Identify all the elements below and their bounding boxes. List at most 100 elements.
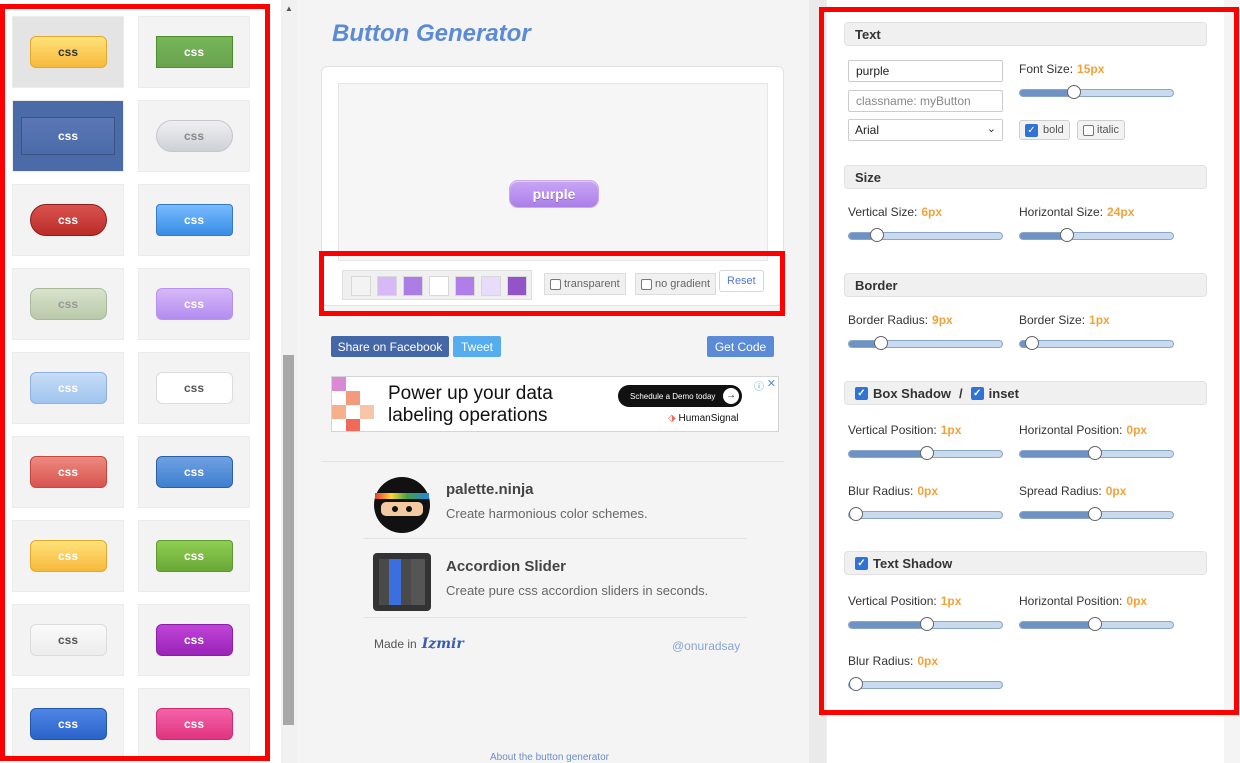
gallery-style-cell[interactable]: css — [12, 436, 124, 508]
text-shadow-horizontal-slider[interactable] — [1019, 617, 1174, 631]
gallery-style-button: css — [29, 624, 107, 656]
button-text-input[interactable]: purple — [848, 60, 1003, 82]
slider-handle[interactable] — [1060, 228, 1075, 242]
font-size-label: Font Size: 15px — [1019, 62, 1104, 76]
preview-button[interactable]: purple — [509, 180, 599, 208]
author-link[interactable]: @onuradsay — [672, 639, 740, 653]
style-gallery: css css css css css css css css css css css css css c… — [0, 0, 282, 763]
bold-toggle[interactable]: ✓ bold — [1019, 120, 1070, 140]
ad-info-icon[interactable]: ⓘ — [754, 378, 764, 393]
gallery-style-button: css — [155, 120, 233, 152]
slider-handle[interactable] — [1087, 617, 1102, 631]
font-size-slider[interactable] — [1019, 85, 1174, 99]
ad-cta-button[interactable]: Schedule a Demo today → — [618, 385, 742, 407]
gallery-style-cell[interactable]: css — [138, 688, 250, 760]
color-swatch[interactable] — [429, 276, 449, 296]
text-shadow-vertical-slider[interactable] — [848, 617, 1003, 631]
ad-logo-icon — [332, 377, 374, 431]
vertical-size-slider[interactable] — [848, 228, 1003, 242]
color-swatch[interactable] — [455, 276, 475, 296]
gallery-style-button: css — [29, 708, 107, 740]
text-shadow-blur-slider[interactable] — [848, 677, 1003, 691]
preview-card: purple transparent no gradient Reset — [321, 66, 784, 306]
slider-handle[interactable] — [1066, 85, 1081, 99]
no-gradient-toggle[interactable]: no gradient — [635, 273, 717, 295]
gallery-style-cell[interactable]: css — [12, 688, 124, 760]
font-size-value: 15px — [1077, 62, 1105, 76]
gallery-style-cell[interactable]: css — [138, 16, 250, 88]
main-column: Button Generator purple transparent no g… — [297, 0, 809, 763]
horizontal-size-caption: Horizontal Size: — [1019, 205, 1104, 219]
horizontal-size-value: 24px — [1107, 205, 1135, 219]
gallery-style-cell[interactable]: css — [12, 16, 124, 88]
horizontal-size-slider[interactable] — [1019, 228, 1174, 242]
border-radius-slider[interactable] — [848, 336, 1003, 350]
text-shadow-vertical-caption: Vertical Position: — [848, 594, 937, 608]
scroll-up-arrow-icon[interactable]: ▲ — [282, 4, 296, 13]
checkbox-checked-icon[interactable]: ✓ — [855, 556, 868, 570]
gallery-style-cell[interactable]: css — [138, 604, 250, 676]
color-swatch[interactable] — [507, 276, 527, 296]
box-shadow-spread-slider[interactable] — [1019, 507, 1174, 521]
text-shadow-horizontal-caption: Horizontal Position: — [1019, 594, 1123, 608]
box-shadow-blur-slider[interactable] — [848, 507, 1003, 521]
font-select[interactable]: Arial ⌄ — [848, 119, 1003, 141]
slider-handle[interactable] — [869, 228, 884, 242]
italic-label: italic — [1097, 124, 1120, 136]
slider-handle[interactable] — [849, 677, 863, 691]
color-swatch[interactable] — [481, 276, 501, 296]
slider-handle[interactable] — [920, 617, 935, 631]
gallery-style-cell[interactable]: css — [12, 520, 124, 592]
checkbox-checked-icon[interactable]: ✓ — [855, 386, 868, 400]
get-code-button[interactable]: Get Code — [707, 336, 774, 357]
border-size-value: 1px — [1089, 313, 1110, 327]
about-link[interactable]: About the button generator — [490, 752, 609, 763]
gallery-style-button: css — [155, 624, 233, 656]
color-swatch[interactable] — [403, 276, 423, 296]
gallery-style-cell[interactable]: css — [138, 352, 250, 424]
promo-accordion-slider[interactable]: Accordion Slider Create pure css accordi… — [373, 553, 747, 625]
text-shadow-blur-value: 0px — [917, 654, 939, 668]
gallery-style-cell[interactable]: css — [12, 352, 124, 424]
classname-input[interactable]: classname: myButton — [848, 90, 1003, 112]
gallery-style-cell[interactable]: css — [138, 184, 250, 256]
color-swatch[interactable] — [377, 276, 397, 296]
slider-fill — [849, 622, 928, 628]
slider-handle[interactable] — [1087, 507, 1102, 521]
slider-handle[interactable] — [1025, 336, 1040, 350]
slider-handle[interactable] — [1087, 446, 1102, 460]
promo-title: palette.ninja — [446, 481, 534, 498]
reset-button[interactable]: Reset — [719, 270, 764, 292]
gallery-style-button: css — [155, 204, 233, 236]
share-facebook-button[interactable]: Share on Facebook — [331, 336, 449, 357]
tweet-button[interactable]: Tweet — [453, 336, 501, 357]
main-scrollbar[interactable] — [809, 0, 826, 763]
checkbox-icon — [641, 278, 652, 290]
section-header-box-shadow[interactable]: ✓ Box Shadow / ✓ inset — [844, 381, 1207, 405]
gallery-style-cell[interactable]: css — [12, 184, 124, 256]
gallery-style-cell[interactable]: css — [138, 100, 250, 172]
transparent-toggle[interactable]: transparent — [544, 273, 626, 295]
gallery-style-cell[interactable]: css — [138, 436, 250, 508]
slider-handle[interactable] — [920, 446, 935, 460]
slider-handle[interactable] — [849, 507, 863, 521]
checkbox-checked-icon[interactable]: ✓ — [970, 386, 984, 400]
ad-headline: Power up your data labeling operations — [388, 383, 553, 426]
box-shadow-vertical-slider[interactable] — [848, 446, 1003, 460]
gallery-scrollbar-thumb[interactable] — [283, 355, 294, 725]
slider-handle[interactable] — [874, 336, 889, 350]
gallery-style-cell[interactable]: css — [138, 520, 250, 592]
section-header-text-shadow[interactable]: ✓ Text Shadow — [844, 551, 1207, 575]
italic-toggle[interactable]: italic — [1077, 120, 1126, 140]
ad-close-icon[interactable]: ✕ — [767, 377, 776, 390]
gallery-style-button: css — [155, 372, 233, 404]
gallery-style-cell[interactable]: css — [12, 268, 124, 340]
gallery-style-cell[interactable]: css — [12, 604, 124, 676]
gallery-style-cell[interactable]: css — [138, 268, 250, 340]
border-size-caption: Border Size: — [1019, 313, 1086, 327]
ad-banner[interactable]: Power up your data labeling operations S… — [331, 376, 779, 432]
color-swatch[interactable] — [351, 276, 371, 296]
border-size-slider[interactable] — [1019, 336, 1174, 350]
box-shadow-horizontal-slider[interactable] — [1019, 446, 1174, 460]
gallery-style-cell[interactable]: css — [12, 100, 124, 172]
